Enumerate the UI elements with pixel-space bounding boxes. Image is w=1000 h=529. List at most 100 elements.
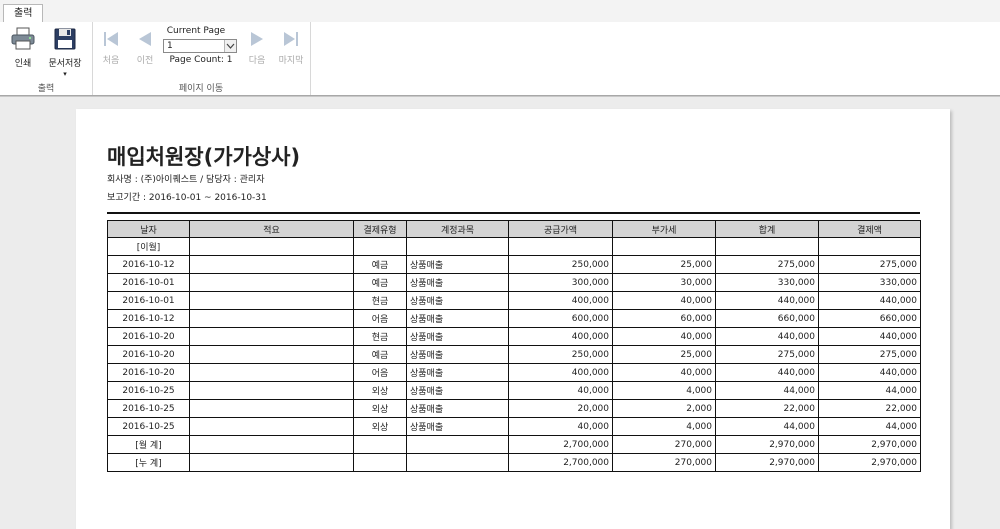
table-cell: 40,000 — [612, 327, 716, 346]
table-cell: 40,000 — [612, 291, 716, 310]
table-cell: 어음 — [353, 309, 407, 328]
column-header: 부가세 — [612, 220, 716, 238]
table-cell: 2,970,000 — [715, 435, 819, 454]
table-cell: 외상 — [353, 381, 407, 400]
table-cell: 22,000 — [818, 399, 921, 418]
table-cell: 2016-10-20 — [107, 345, 190, 364]
output-group: 인쇄 문서저장 ▾ 출력 — [0, 22, 93, 95]
table-cell: 40,000 — [612, 363, 716, 382]
table-cell — [189, 345, 354, 364]
table-cell: 60,000 — [612, 309, 716, 328]
table-cell: 44,000 — [715, 417, 819, 436]
table-cell: 22,000 — [715, 399, 819, 418]
report-title: 매입처원장(가가상사) — [107, 145, 301, 169]
table-cell: 250,000 — [508, 255, 613, 274]
next-page-button[interactable]: 다음 — [244, 30, 270, 66]
column-header: 날자 — [107, 220, 190, 238]
last-page-button[interactable]: 마지막 — [275, 30, 307, 66]
table-cell: 상품매출 — [406, 345, 509, 364]
table-cell: 상품매출 — [406, 255, 509, 274]
save-document-button[interactable]: 문서저장 ▾ — [45, 27, 85, 79]
table-cell — [353, 237, 407, 256]
table-cell: 40,000 — [508, 417, 613, 436]
chevron-down-icon[interactable] — [224, 40, 236, 52]
table-row: [누 계] 2,700,000 270,000 2,970,000 2,970,000 — [107, 453, 921, 472]
table-cell — [406, 237, 509, 256]
table-cell: 275,000 — [818, 345, 921, 364]
table-cell: 400,000 — [508, 291, 613, 310]
table-cell: 20,000 — [508, 399, 613, 418]
table-cell: 2,700,000 — [508, 435, 613, 454]
first-page-icon — [101, 32, 121, 51]
table-cell: 270,000 — [612, 435, 716, 454]
table-row: 2016-10-12 예금 상품매출 250,000 25,000 275,000 275,… — [107, 255, 921, 274]
column-header: 합계 — [715, 220, 819, 238]
last-page-label: 마지막 — [278, 56, 304, 66]
table-cell — [189, 291, 354, 310]
table-cell — [189, 255, 354, 274]
table-cell: 상품매출 — [406, 417, 509, 436]
table-cell: 상품매출 — [406, 291, 509, 310]
table-cell: 440,000 — [715, 327, 819, 346]
table-cell — [189, 453, 354, 472]
table-cell: 외상 — [353, 417, 407, 436]
table-cell: 예금 — [353, 255, 407, 274]
table-cell: 440,000 — [818, 327, 921, 346]
table-row: 2016-10-20 현금 상품매출 400,000 40,000 440,000 440,… — [107, 327, 921, 346]
table-cell: 275,000 — [715, 345, 819, 364]
page-count-label: Page Count: 1 — [169, 55, 233, 65]
table-cell: 상품매출 — [406, 381, 509, 400]
chevron-down-icon[interactable]: ▾ — [63, 70, 67, 78]
table-cell: 2016-10-12 — [107, 309, 190, 328]
table-cell: 44,000 — [715, 381, 819, 400]
table-cell — [189, 237, 354, 256]
table-cell: 상품매출 — [406, 327, 509, 346]
table-cell: 상품매출 — [406, 309, 509, 328]
table-cell: 400,000 — [508, 327, 613, 346]
tab-output[interactable]: 출력 — [3, 4, 44, 23]
table-header-row: 날자 적요 결제유형 계정과목 공급가액 부가세 합계 결제액 — [107, 220, 921, 238]
table-cell: 2,970,000 — [818, 435, 921, 454]
table-row: 2016-10-01 현금 상품매출 400,000 40,000 440,000 440,… — [107, 291, 921, 310]
save-icon — [53, 28, 77, 54]
table-cell: 어음 — [353, 363, 407, 382]
first-page-button[interactable]: 처음 — [98, 30, 124, 66]
table-cell: 2016-10-25 — [107, 417, 190, 436]
table-cell: 330,000 — [818, 273, 921, 292]
table-cell: 275,000 — [715, 255, 819, 274]
current-page-label: Current Page — [166, 26, 226, 36]
table-cell — [612, 237, 716, 256]
next-page-label: 다음 — [248, 56, 266, 66]
previous-page-label: 이전 — [136, 56, 154, 66]
previous-page-button[interactable]: 이전 — [132, 30, 158, 66]
print-button[interactable]: 인쇄 — [8, 27, 38, 69]
table-cell: 440,000 — [715, 291, 819, 310]
table-cell: 25,000 — [612, 345, 716, 364]
table-cell: 상품매출 — [406, 363, 509, 382]
ledger-table: 날자 적요 결제유형 계정과목 공급가액 부가세 합계 결제액 [이월] 2016-10-12 예… — [107, 220, 921, 472]
current-page-select[interactable]: 1 — [163, 39, 237, 53]
table-cell: 30,000 — [612, 273, 716, 292]
table-cell: 270,000 — [612, 453, 716, 472]
company-info: 회사명 : (주)아이퀘스트 / 담당자 : 관리자 — [107, 175, 265, 185]
table-cell: 250,000 — [508, 345, 613, 364]
table-cell: 2016-10-25 — [107, 399, 190, 418]
table-cell: 예금 — [353, 273, 407, 292]
first-page-label: 처음 — [102, 56, 120, 66]
table-cell: 440,000 — [818, 291, 921, 310]
column-header: 결제유형 — [353, 220, 407, 238]
table-row: [이월] — [107, 237, 921, 256]
table-row: [월 계] 2,700,000 270,000 2,970,000 2,970,000 — [107, 435, 921, 454]
table-cell — [189, 435, 354, 454]
table-cell — [189, 381, 354, 400]
table-cell: 275,000 — [818, 255, 921, 274]
table-cell: 2016-10-01 — [107, 273, 190, 292]
report-viewer[interactable]: 매입처원장(가가상사) 회사명 : (주)아이퀘스트 / 담당자 : 관리자 보… — [0, 96, 1000, 529]
page-navigation-group: 처음 이전 Current Page 1 Page Count: 1 다음 마지… — [92, 22, 311, 95]
previous-page-icon — [135, 32, 155, 51]
table-cell: [월 계] — [107, 435, 190, 454]
table-cell: 2,970,000 — [715, 453, 819, 472]
table-cell — [189, 273, 354, 292]
column-header: 결제액 — [818, 220, 921, 238]
table-cell — [818, 237, 921, 256]
